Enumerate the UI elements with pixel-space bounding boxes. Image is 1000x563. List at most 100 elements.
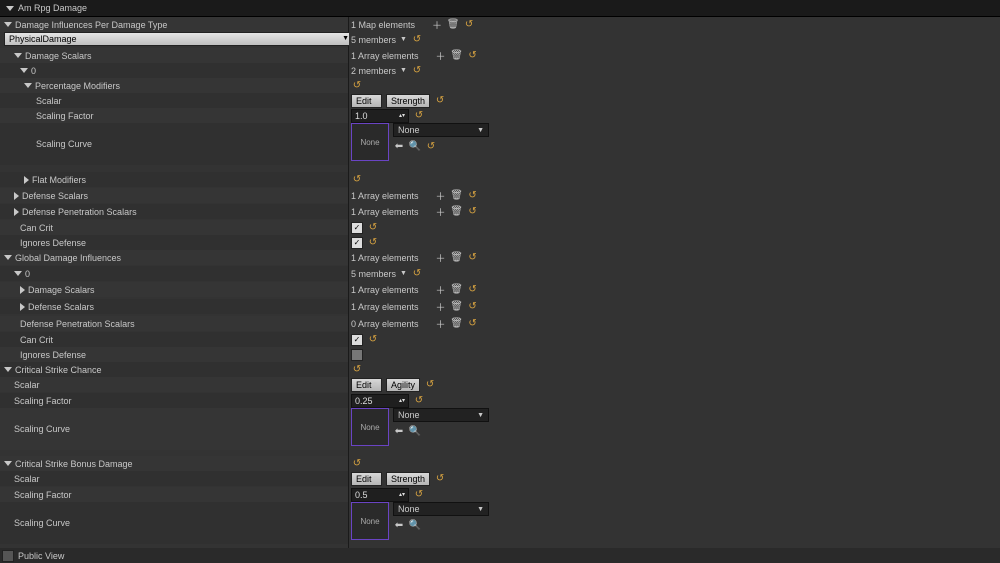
expand-icon[interactable] (14, 271, 22, 276)
trash-icon[interactable]: 🗑 (451, 301, 463, 313)
row-damage-scalars-2[interactable]: Damage Scalars (0, 282, 348, 297)
section-damage-influences[interactable]: Damage Influences Per Damage Type (0, 17, 348, 32)
members-dropdown[interactable]: 2 members ▼ (351, 66, 407, 76)
row-can-crit[interactable]: Can Crit (0, 220, 348, 235)
reset-icon[interactable]: ↺ (411, 34, 423, 46)
expand-icon[interactable] (14, 53, 22, 58)
spinner-icon[interactable]: ▴▾ (399, 399, 405, 403)
reset-icon[interactable]: ↺ (434, 95, 446, 107)
members-dropdown[interactable]: 5 members ▼ (351, 269, 407, 279)
edit-dropdown[interactable]: Edit▾ (351, 472, 382, 486)
asset-thumbnail[interactable]: None (351, 123, 389, 161)
asset-thumbnail[interactable]: None (351, 408, 389, 446)
row-scaling-curve[interactable]: Scaling Curve (0, 123, 348, 165)
use-selected-icon[interactable]: ⬅ (393, 519, 405, 531)
reset-icon[interactable]: ↺ (367, 237, 379, 249)
collapse-icon[interactable] (6, 6, 14, 11)
expand-icon[interactable] (14, 208, 19, 216)
expand-icon[interactable] (4, 22, 12, 27)
add-icon[interactable]: ＋ (435, 318, 447, 330)
checkbox[interactable]: ✓ (351, 237, 363, 249)
asset-dropdown[interactable]: None ▼ (393, 123, 489, 137)
section-crit-chance[interactable]: Critical Strike Chance (0, 362, 348, 377)
expand-icon[interactable] (4, 461, 12, 466)
row-damage-scalars[interactable]: Damage Scalars (0, 48, 348, 63)
edit-dropdown[interactable]: Edit▾ (351, 94, 382, 108)
reset-icon[interactable]: ↺ (424, 379, 436, 391)
add-icon[interactable]: ＋ (435, 206, 447, 218)
row-can-crit-2[interactable]: Can Crit (0, 332, 348, 347)
row-bonus-scaling-curve[interactable]: Scaling Curve (0, 502, 348, 544)
row-scalar[interactable]: Scalar (0, 93, 348, 108)
trash-icon[interactable]: 🗑 (451, 284, 463, 296)
asset-thumbnail[interactable]: None (351, 502, 389, 540)
trash-icon[interactable]: 🗑 (451, 318, 463, 330)
use-selected-icon[interactable]: ⬅ (393, 140, 405, 152)
reset-icon[interactable]: ↺ (411, 268, 423, 280)
reset-icon[interactable]: ↺ (351, 80, 363, 92)
asset-dropdown[interactable]: None▼ (393, 408, 489, 422)
row-scaling-factor[interactable]: Scaling Factor (0, 108, 348, 123)
row-defense-pen-scalars[interactable]: Defense Penetration Scalars (0, 204, 348, 219)
row-crit-scaling-curve[interactable]: Scaling Curve (0, 408, 348, 450)
expand-icon[interactable] (20, 286, 25, 294)
reset-icon[interactable]: ↺ (367, 334, 379, 346)
expand-icon[interactable] (4, 255, 12, 260)
attribute-pill[interactable]: Strength (386, 94, 430, 108)
attribute-pill[interactable]: Strength (386, 472, 430, 486)
row-bonus-scaling-factor[interactable]: Scaling Factor (0, 487, 348, 502)
trash-icon[interactable]: 🗑 (451, 252, 463, 264)
public-view-checkbox[interactable] (2, 550, 14, 562)
reset-icon[interactable]: ↺ (434, 473, 446, 485)
number-input[interactable]: 0.5 ▴▾ (351, 488, 409, 502)
reset-icon[interactable]: ↺ (413, 110, 425, 122)
trash-icon[interactable]: 🗑 (447, 19, 459, 31)
checkbox[interactable]: ✓ (351, 334, 363, 346)
reset-icon[interactable]: ↺ (413, 395, 425, 407)
row-defense-scalars[interactable]: Defense Scalars (0, 188, 348, 203)
trash-icon[interactable]: 🗑 (451, 206, 463, 218)
reset-icon[interactable]: ↺ (467, 318, 479, 330)
expand-icon[interactable] (20, 303, 25, 311)
row-bonus-scalar[interactable]: Scalar (0, 471, 348, 486)
row-defense-pen-scalars-2[interactable]: Defense Penetration Scalars (0, 316, 348, 331)
add-icon[interactable]: ＋ (435, 50, 447, 62)
reset-icon[interactable]: ↺ (425, 140, 437, 152)
trash-icon[interactable]: 🗑 (451, 50, 463, 62)
number-input[interactable]: 1.0 ▴▾ (351, 109, 409, 123)
damage-type-dropdown[interactable]: PhysicalDamage ▼ (4, 32, 354, 46)
row-crit-scalar[interactable]: Scalar (0, 377, 348, 392)
row-defense-scalars-2[interactable]: Defense Scalars (0, 299, 348, 314)
row-crit-scaling-factor[interactable]: Scaling Factor (0, 393, 348, 408)
reset-icon[interactable]: ↺ (463, 19, 475, 31)
browse-icon[interactable]: 🔍 (409, 140, 421, 152)
use-selected-icon[interactable]: ⬅ (393, 425, 405, 437)
reset-icon[interactable]: ↺ (467, 252, 479, 264)
reset-icon[interactable]: ↺ (351, 174, 363, 186)
reset-icon[interactable]: ↺ (467, 206, 479, 218)
members-dropdown[interactable]: 5 members ▼ (351, 35, 407, 45)
edit-dropdown[interactable]: Edit▾ (351, 378, 382, 392)
attribute-pill[interactable]: Agility (386, 378, 420, 392)
trash-icon[interactable]: 🗑 (451, 190, 463, 202)
reset-icon[interactable]: ↺ (467, 50, 479, 62)
add-icon[interactable]: ＋ (435, 190, 447, 202)
asset-dropdown[interactable]: None▼ (393, 502, 489, 516)
expand-icon[interactable] (24, 176, 29, 184)
reset-icon[interactable]: ↺ (467, 284, 479, 296)
expand-icon[interactable] (20, 68, 28, 73)
add-icon[interactable]: ＋ (435, 301, 447, 313)
reset-icon[interactable]: ↺ (351, 458, 363, 470)
section-global-damage-influences[interactable]: Global Damage Influences (0, 250, 348, 265)
checkbox[interactable]: ✓ (351, 222, 363, 234)
spinner-icon[interactable]: ▴▾ (399, 114, 405, 118)
reset-icon[interactable]: ↺ (467, 190, 479, 202)
row-ignores-defense[interactable]: Ignores Defense (0, 235, 348, 250)
browse-icon[interactable]: 🔍 (409, 425, 421, 437)
reset-icon[interactable]: ↺ (411, 65, 423, 77)
row-flat-modifiers[interactable]: Flat Modifiers (0, 172, 348, 187)
browse-icon[interactable]: 🔍 (409, 519, 421, 531)
reset-icon[interactable]: ↺ (413, 489, 425, 501)
row-ignores-defense-2[interactable]: Ignores Defense (0, 347, 348, 362)
row-index-0[interactable]: 0 (0, 63, 348, 78)
